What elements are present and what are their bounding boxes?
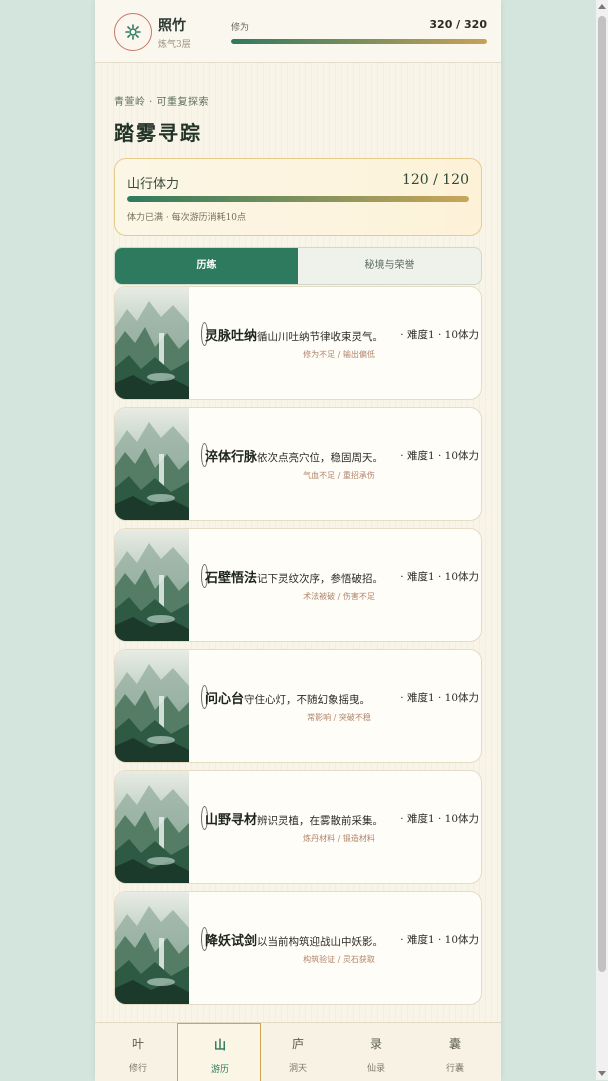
cultivation-label: 修为	[231, 23, 250, 33]
activity-title: 山野寻材	[205, 813, 258, 828]
activity-meta: · 难度1 · 10体力	[400, 329, 479, 341]
cultivation-progress-bar	[231, 39, 487, 44]
bottom-nav: 叶 修行 山 游历 庐 洞天 录 仙录 囊 行囊	[95, 1022, 501, 1081]
leaf-icon: 叶	[131, 1037, 144, 1051]
activity-description: 以当前构筑迎战山中妖影。	[257, 936, 384, 948]
stamina-card: 山行体力 120 / 120 体力已满 · 每次游历消耗10点	[114, 158, 482, 236]
nav-label: 行囊	[445, 1064, 464, 1074]
bag-icon: 囊	[448, 1037, 461, 1051]
activity-card[interactable]: 山野寻材辨识灵植，在雾散前采集。 · 难度1 · 10体力 炼丹材料 / 锻造材…	[114, 770, 482, 884]
activity-tags: 常影响 / 突破不稳	[307, 713, 371, 722]
character-realm: 炼气3层	[158, 40, 191, 50]
scroll-up-arrow-icon[interactable]	[598, 4, 606, 9]
breadcrumb: 青萱岭 · 可重复探索	[114, 97, 210, 108]
activity-title: 淬体行脉	[205, 450, 258, 465]
activity-tags: 气血不足 / 重招承伤	[303, 471, 375, 480]
tab-secret-realms[interactable]: 秘境与荣誉	[298, 248, 481, 284]
activity-title: 灵脉吐纳	[205, 329, 258, 344]
stamina-progress-bar	[127, 196, 469, 202]
avatar[interactable]	[114, 13, 152, 51]
activity-tags: 炼丹材料 / 锻造材料	[303, 834, 375, 843]
activity-meta: · 难度1 · 10体力	[400, 934, 479, 946]
activity-tags: 术法被破 / 伤害不足	[303, 592, 375, 601]
record-icon: 录	[369, 1037, 382, 1051]
tab-training[interactable]: 历练	[115, 248, 298, 284]
status-header: 照竹 炼气3层 修为 320 / 320	[95, 0, 501, 63]
tab-bar: 历练 秘境与荣誉	[114, 247, 482, 285]
page-title: 踏雾寻踪	[114, 121, 202, 145]
nav-label: 洞天	[288, 1064, 307, 1074]
activity-tags: 修为不足 / 输出偏低	[303, 350, 375, 359]
nav-label: 仙录	[366, 1064, 385, 1074]
activity-title: 降妖试剑	[205, 934, 258, 949]
character-name: 照竹	[158, 18, 186, 34]
activity-meta: · 难度1 · 10体力	[400, 450, 479, 462]
activity-meta: · 难度1 · 10体力	[400, 692, 479, 704]
activity-card[interactable]: 淬体行脉依次点亮穴位，稳固周天。 · 难度1 · 10体力 气血不足 / 重招承…	[114, 407, 482, 521]
cultivation-value: 320 / 320	[429, 18, 487, 31]
activity-description: 记下灵纹次序，参悟破招。	[257, 573, 384, 585]
activity-card[interactable]: 石壁悟法记下灵纹次序，参悟破招。 · 难度1 · 10体力 术法被破 / 伤害不…	[114, 528, 482, 642]
activity-meta: · 难度1 · 10体力	[400, 813, 479, 825]
landscape-thumbnail	[115, 408, 189, 520]
landscape-thumbnail	[115, 650, 189, 762]
stamina-progress-fill	[127, 196, 469, 202]
landscape-thumbnail	[115, 771, 189, 883]
activity-card[interactable]: 问心台守住心灯，不随幻象摇曳。 · 难度1 · 10体力 常影响 / 突破不稳	[114, 649, 482, 763]
cultivation-progress-fill	[231, 39, 487, 44]
landscape-thumbnail	[115, 287, 189, 399]
nav-label: 修行	[128, 1064, 147, 1074]
stamina-label: 山行体力	[127, 177, 180, 192]
scrollbar[interactable]	[596, 0, 608, 1080]
nav-item-cave-realm[interactable]: 庐 洞天	[258, 1023, 338, 1081]
hut-icon: 庐	[291, 1037, 304, 1051]
scrollbar-thumb[interactable]	[598, 16, 606, 972]
mountain-icon: 山	[213, 1038, 226, 1052]
activity-card[interactable]: 降妖试剑以当前构筑迎战山中妖影。 · 难度1 · 10体力 构筑验证 / 灵石获…	[114, 891, 482, 1005]
nav-item-records[interactable]: 录 仙录	[336, 1023, 416, 1081]
activity-description: 守住心灯，不随幻象摇曳。	[244, 694, 371, 706]
activity-card[interactable]: 灵脉吐纳循山川吐纳节律收束灵气。 · 难度1 · 10体力 修为不足 / 输出偏…	[114, 286, 482, 400]
nav-label: 游历	[210, 1065, 229, 1075]
activity-description: 辨识灵植，在雾散前采集。	[257, 815, 384, 827]
nav-item-cultivation[interactable]: 叶 修行	[98, 1023, 178, 1081]
activity-tags: 构筑验证 / 灵石获取	[303, 955, 375, 964]
landscape-thumbnail	[115, 892, 189, 1004]
nav-item-journey[interactable]: 山 游历	[177, 1023, 261, 1081]
app-panel: 照竹 炼气3层 修为 320 / 320 青萱岭 · 可重复探索 踏雾寻踪 山行…	[95, 0, 501, 1081]
activity-title: 问心台	[205, 692, 245, 707]
stamina-note: 体力已满 · 每次游历消耗10点	[127, 213, 247, 223]
activity-title: 石壁悟法	[205, 571, 258, 586]
scroll-down-arrow-icon[interactable]	[598, 1071, 606, 1076]
activity-description: 循山川吐纳节律收束灵气。	[257, 331, 384, 343]
activity-meta: · 难度1 · 10体力	[400, 571, 479, 583]
activity-description: 依次点亮穴位，稳固周天。	[257, 452, 384, 464]
gear-icon	[125, 24, 141, 40]
nav-item-inventory[interactable]: 囊 行囊	[415, 1023, 495, 1081]
stamina-value: 120 / 120	[401, 172, 469, 188]
landscape-thumbnail	[115, 529, 189, 641]
